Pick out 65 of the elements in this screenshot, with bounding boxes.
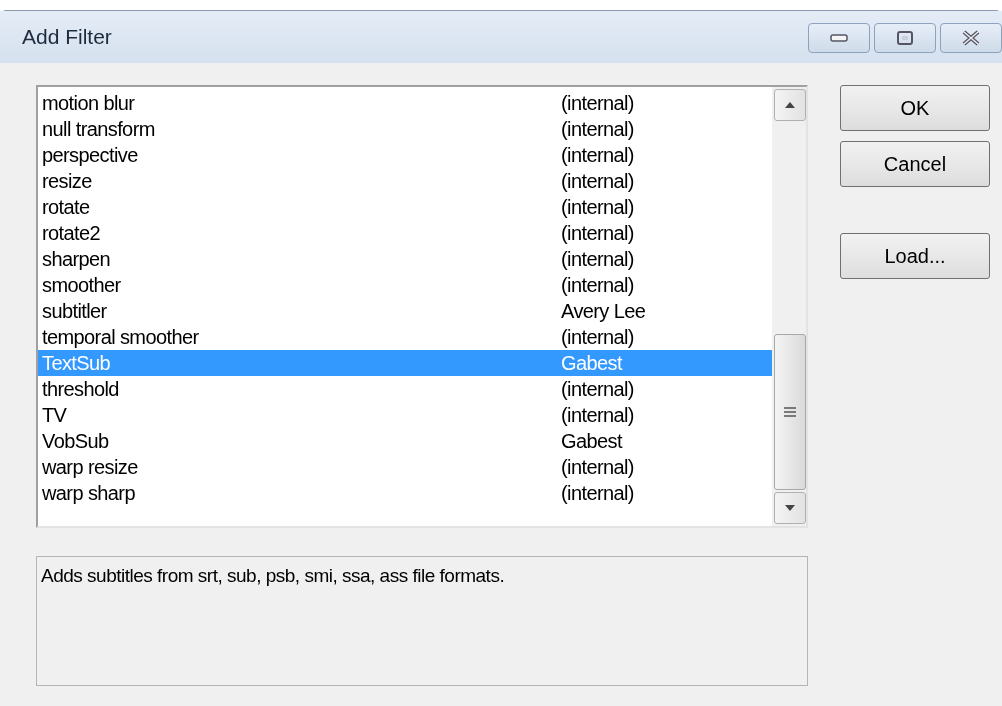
filter-author: (internal) (561, 221, 634, 245)
filter-name: threshold (41, 377, 120, 401)
description-text: Adds subtitles from srt, sub, psb, smi, ssa, ass file formats. (36, 556, 808, 686)
filter-author: Avery Lee (561, 299, 646, 323)
filter-name: subtitler (41, 299, 108, 323)
filter-author: (internal) (561, 325, 634, 349)
filter-name: smoother (41, 273, 122, 297)
filter-author: (internal) (561, 455, 634, 479)
filter-row[interactable]: threshold (internal) (38, 376, 772, 402)
filter-row[interactable]: rotate2 (internal) (38, 220, 772, 246)
filter-row[interactable]: warp resize (internal) (38, 454, 772, 480)
filter-name: rotate (41, 195, 91, 219)
filter-name: null transform (41, 117, 156, 141)
filter-row[interactable]: temporal smoother (internal) (38, 324, 772, 350)
filter-author: (internal) (561, 117, 634, 141)
up-arrow-icon (785, 102, 795, 108)
filter-row[interactable]: null transform (internal) (38, 116, 772, 142)
filter-row[interactable]: TV (internal) (38, 402, 772, 428)
scrollbar[interactable] (772, 87, 806, 526)
filter-row[interactable]: rotate (internal) (38, 194, 772, 220)
filter-name: resize (41, 169, 93, 193)
filter-name: perspective (41, 143, 139, 167)
maximize-button[interactable] (874, 23, 936, 53)
filter-name: TextSub (41, 351, 112, 375)
filter-name: motion blur (41, 91, 136, 115)
filter-row[interactable]: subtitler Avery Lee (38, 298, 772, 324)
filter-name: rotate2 (41, 221, 102, 245)
filter-author: Gabest (561, 429, 622, 453)
dialog-button[interactable]: Cancel (840, 141, 990, 187)
scroll-up-button[interactable] (774, 89, 806, 121)
filter-author: (internal) (561, 273, 634, 297)
filter-author: (internal) (561, 247, 634, 271)
scroll-thumb[interactable] (774, 334, 806, 490)
filter-row[interactable]: warp sharp (internal) (38, 480, 772, 506)
filter-author: (internal) (561, 195, 634, 219)
close-icon (962, 30, 980, 46)
dialog-button[interactable]: OK (840, 85, 990, 131)
filter-author: (internal) (561, 481, 634, 505)
maximize-icon (897, 31, 913, 45)
filter-author: Gabest (561, 351, 622, 375)
minimize-button[interactable] (808, 23, 870, 53)
filter-name: temporal smoother (41, 325, 200, 349)
scroll-down-button[interactable] (774, 492, 806, 524)
filter-name: warp sharp (41, 481, 136, 505)
down-arrow-icon (785, 505, 795, 511)
filter-name: VobSub (41, 429, 110, 453)
filter-author: (internal) (561, 169, 634, 193)
filter-name: TV (41, 403, 68, 427)
filter-author: (internal) (561, 91, 634, 115)
filter-row[interactable]: motion blur (internal) (38, 90, 772, 116)
grip-icon (784, 407, 796, 417)
filter-author: (internal) (561, 143, 634, 167)
filter-row[interactable]: resize (internal) (38, 168, 772, 194)
filter-row[interactable]: VobSub Gabest (38, 428, 772, 454)
filter-row[interactable]: perspective (internal) (38, 142, 772, 168)
filter-name: sharpen (41, 247, 112, 271)
minimize-icon (830, 34, 848, 42)
filter-name: warp resize (41, 455, 139, 479)
window-title: Add Filter (22, 25, 112, 49)
filter-row[interactable]: sharpen (internal) (38, 246, 772, 272)
filter-author: (internal) (561, 377, 634, 401)
dialog-button[interactable]: Load... (840, 233, 990, 279)
filter-author: (internal) (561, 403, 634, 427)
filter-row[interactable]: smoother (internal) (38, 272, 772, 298)
close-button[interactable] (940, 23, 1002, 53)
